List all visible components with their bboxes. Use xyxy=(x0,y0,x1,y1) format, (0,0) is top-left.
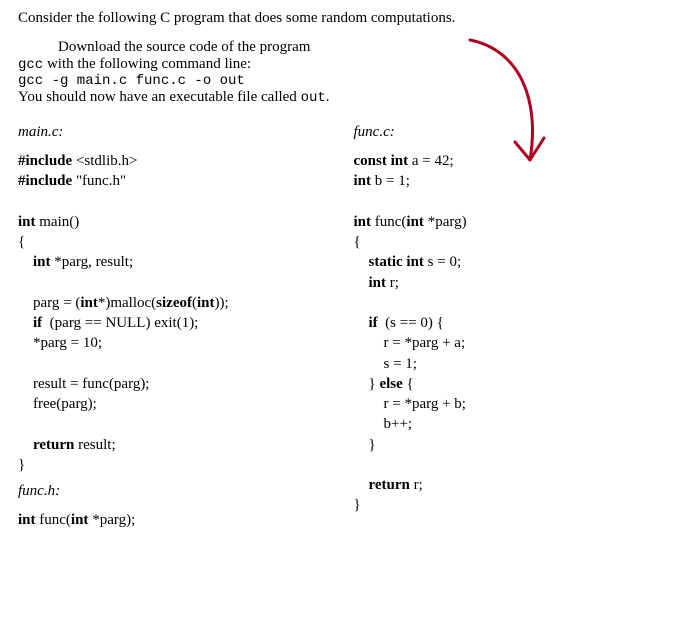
main-c-label: main.c: xyxy=(18,124,334,141)
intro-text: Consider the following C program that do… xyxy=(18,10,669,27)
out-name: out xyxy=(301,90,326,106)
main-c-code: #include <stdlib.h> #include "func.h" in… xyxy=(18,151,334,475)
right-column: func.c: const int a = 42; int b = 1; int… xyxy=(354,124,670,530)
func-h-label: func.h: xyxy=(18,483,334,500)
func-h-code: int func(int *parg); xyxy=(18,510,334,530)
download-line: Download the source code of the program xyxy=(18,39,669,56)
func-c-label: func.c: xyxy=(354,124,670,141)
result-line: You should now have an executable file c… xyxy=(18,89,669,106)
left-column: main.c: #include <stdlib.h> #include "fu… xyxy=(18,124,334,530)
compile-command: gcc -g main.c func.c -o out xyxy=(18,73,669,89)
gcc-line: gcc with the following command line: xyxy=(18,56,669,73)
gcc-word: gcc xyxy=(18,57,43,73)
result-prefix: You should now have an executable file c… xyxy=(18,89,301,105)
result-suffix: . xyxy=(326,89,330,105)
instructions: Download the source code of the program … xyxy=(18,39,669,106)
func-c-code: const int a = 42; int b = 1; int func(in… xyxy=(354,151,670,516)
gcc-rest: with the following command line: xyxy=(43,56,251,72)
code-columns: main.c: #include <stdlib.h> #include "fu… xyxy=(18,124,669,530)
